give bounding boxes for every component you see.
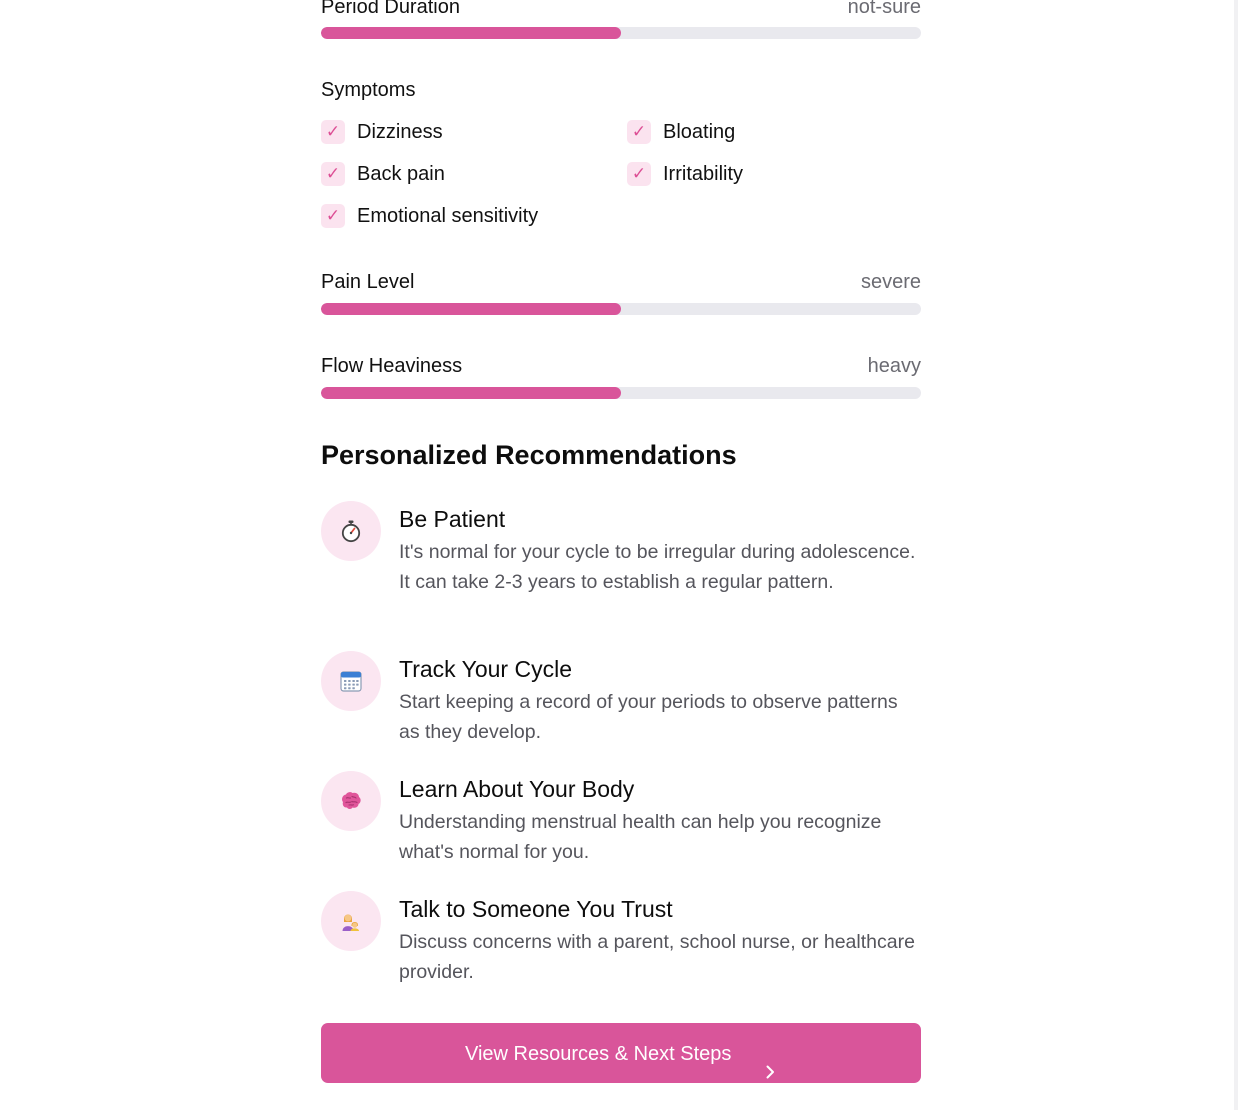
recommendation-title: Track Your Cycle xyxy=(399,656,572,682)
recommendation-description: Discuss concerns with a parent, school n… xyxy=(399,931,915,983)
flow-heaviness-meter: Flow Heaviness heavy xyxy=(321,354,921,399)
calendar-icon xyxy=(321,651,381,711)
flow-heaviness-label: Flow Heaviness xyxy=(321,355,463,377)
period-duration-label: Period Duration xyxy=(321,0,460,18)
pain-level-track xyxy=(321,303,921,315)
period-duration-track xyxy=(321,27,921,39)
stopwatch-icon xyxy=(321,501,381,561)
recommendation-description: Start keeping a record of your periods t… xyxy=(399,691,898,743)
view-resources-button[interactable]: View Resources & Next Steps xyxy=(321,1023,921,1083)
chevron-right-icon xyxy=(763,1044,777,1079)
recommendation-title: Learn About Your Body xyxy=(399,776,635,802)
pain-level-fill xyxy=(321,303,621,315)
flow-heaviness-value: heavy xyxy=(867,355,921,377)
symptom-label: Bloating xyxy=(663,121,736,143)
symptom-label: Emotional sensitivity xyxy=(357,205,539,227)
check-icon: ✓ xyxy=(321,204,345,228)
check-icon: ✓ xyxy=(627,120,651,144)
recommendation-description: It's normal for your cycle to be irregul… xyxy=(399,541,916,593)
symptoms-heading: Symptoms xyxy=(321,79,416,101)
recommendation-title: Be Patient xyxy=(399,506,506,532)
pain-level-value: severe xyxy=(860,271,921,293)
flow-heaviness-track xyxy=(321,387,921,399)
recommendations-heading: Personalized Recommendations xyxy=(321,440,737,470)
recommendation-description: Understanding menstrual health can help … xyxy=(399,811,882,863)
pain-level-meter: Pain Level severe xyxy=(321,270,921,315)
check-icon: ✓ xyxy=(627,162,651,186)
period-duration-fill xyxy=(321,27,621,39)
check-icon: ✓ xyxy=(321,120,345,144)
flow-heaviness-fill xyxy=(321,387,621,399)
symptom-label: Irritability xyxy=(663,163,744,185)
pain-level-label: Pain Level xyxy=(321,271,415,293)
period-duration-value: not-sure xyxy=(847,0,921,18)
parent-child-icon xyxy=(321,891,381,951)
assessment-results-page: Period Duration not-sure Symptoms ✓ Dizz… xyxy=(0,0,1238,1110)
check-icon: ✓ xyxy=(321,162,345,186)
brain-icon xyxy=(321,771,381,831)
recommendation-title: Talk to Someone You Trust xyxy=(399,896,673,922)
symptom-label: Back pain xyxy=(357,163,445,185)
period-duration-meter: Period Duration not-sure xyxy=(321,0,921,39)
scrollbar-track[interactable] xyxy=(1234,0,1238,1110)
view-resources-label: View Resources & Next Steps xyxy=(465,1042,732,1065)
symptom-label: Dizziness xyxy=(357,121,443,143)
